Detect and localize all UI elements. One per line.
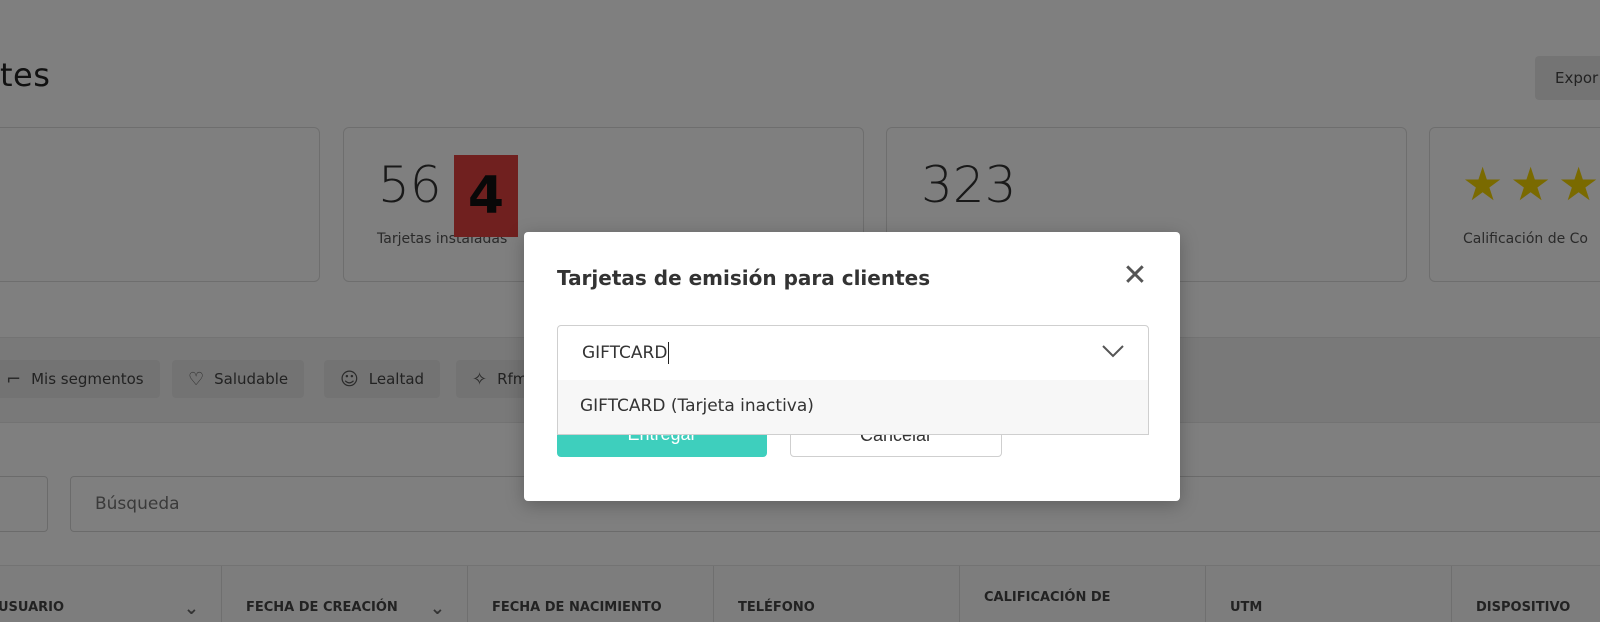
card-select-dropdown[interactable]: GIFTCARD bbox=[557, 325, 1149, 381]
card-select-input[interactable]: GIFTCARD bbox=[582, 342, 670, 364]
modal-title: Tarjetas de emisión para clientes bbox=[557, 266, 931, 290]
card-options-list: GIFTCARD (Tarjeta inactiva) bbox=[557, 380, 1149, 435]
chevron-down-icon[interactable] bbox=[1100, 338, 1126, 364]
card-option-giftcard[interactable]: GIFTCARD (Tarjeta inactiva) bbox=[580, 396, 814, 416]
issue-cards-modal: Tarjetas de emisión para clientes ✕ Entr… bbox=[524, 232, 1180, 501]
close-icon[interactable]: ✕ bbox=[1120, 261, 1150, 292]
text-caret bbox=[668, 342, 670, 364]
